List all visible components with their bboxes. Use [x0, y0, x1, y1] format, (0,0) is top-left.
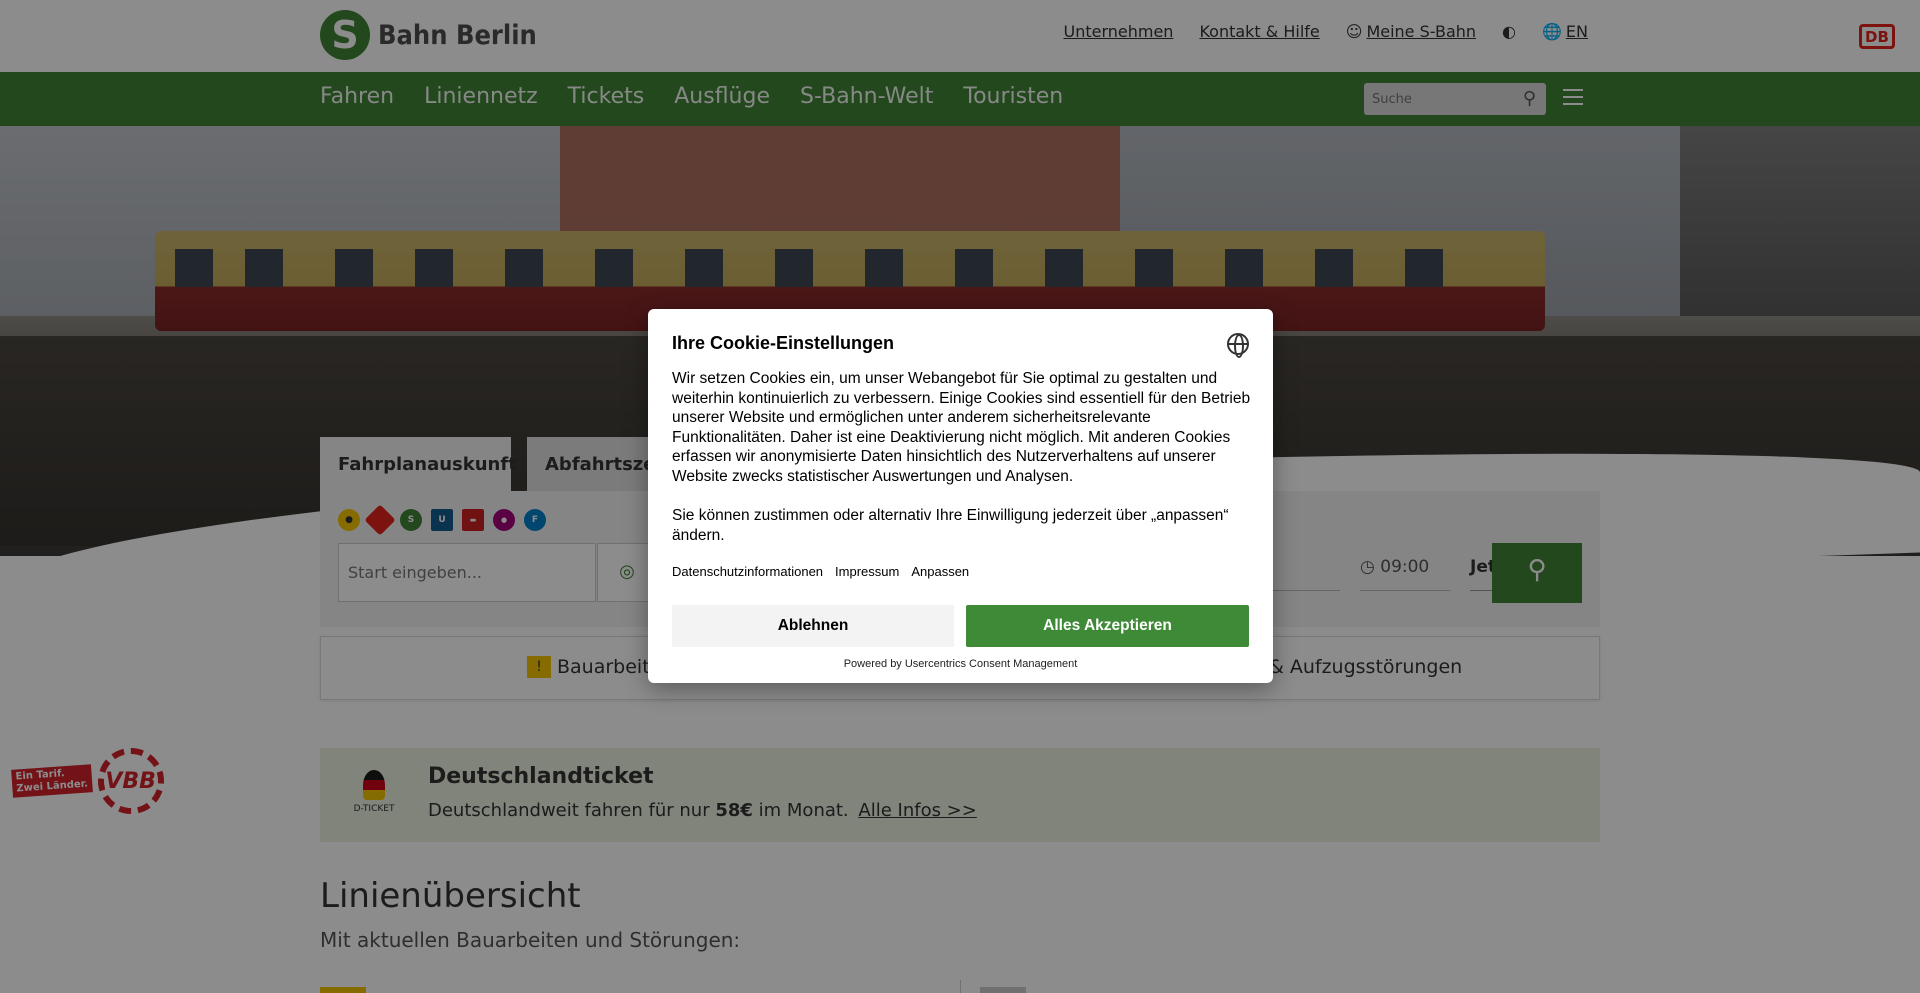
cookie-text-1: Wir setzen Cookies ein, um unser Webange… — [672, 370, 1251, 485]
language-globe-icon[interactable] — [1227, 333, 1249, 358]
imprint-link[interactable]: Impressum — [835, 564, 899, 579]
customize-link[interactable]: Anpassen — [911, 564, 969, 579]
privacy-link[interactable]: Datenschutzinformationen — [672, 564, 823, 579]
cookie-text-2: Sie können zustimmen oder alternativ Ihr… — [672, 507, 1229, 544]
cookie-links: Datenschutzinformationen Impressum Anpas… — [672, 564, 969, 579]
accept-all-button[interactable]: Alles Akzeptieren — [966, 605, 1249, 647]
cookie-dialog-title: Ihre Cookie-Einstellungen — [672, 333, 895, 353]
powered-by: Powered by Usercentrics Consent Manageme… — [843, 658, 1078, 670]
deny-button[interactable]: Ablehnen — [672, 605, 954, 647]
cookie-dialog-body: Wir setzen Cookies ein, um unser Webange… — [672, 369, 1252, 545]
cookie-dialog: Ihre Cookie-Einstellungen Wir setzen Coo… — [648, 309, 1273, 683]
